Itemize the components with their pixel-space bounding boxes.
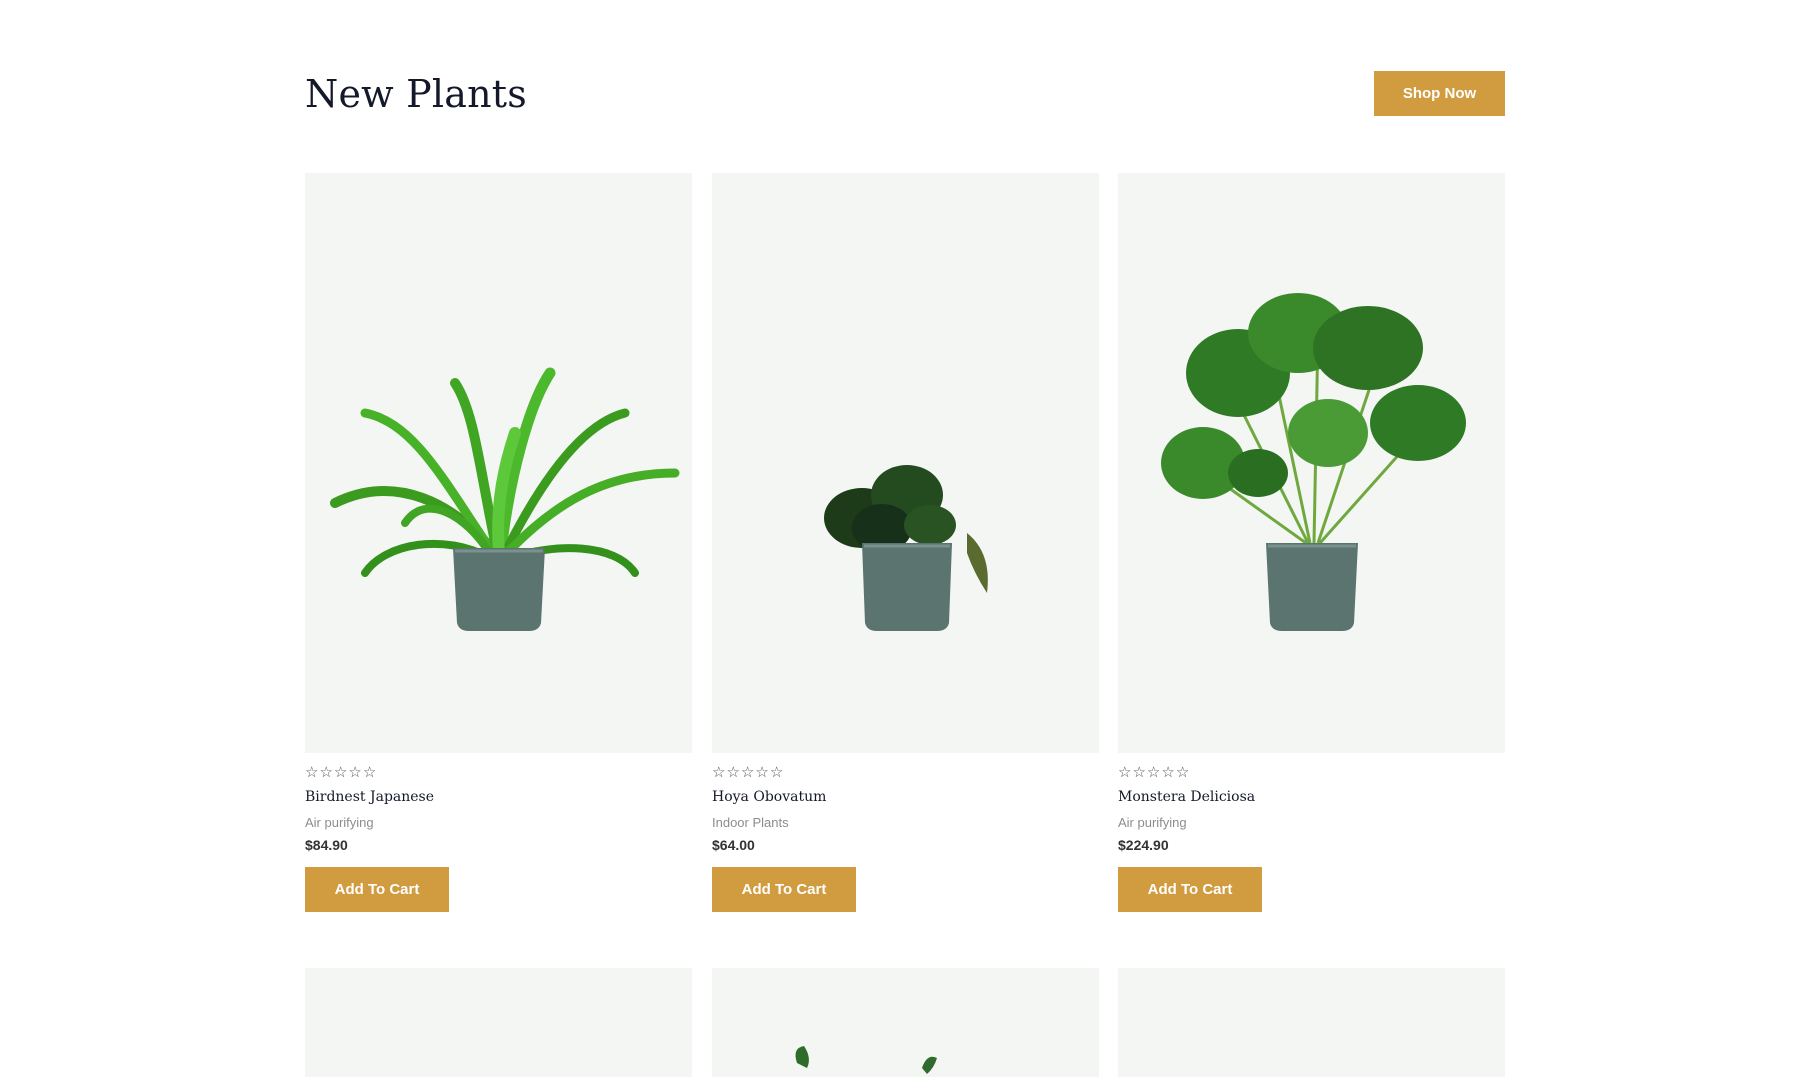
product-name[interactable]: Hoya Obovatum	[712, 789, 1099, 805]
product-name[interactable]: Birdnest Japanese	[305, 789, 692, 805]
product-price: $224.90	[1118, 837, 1169, 853]
star-empty-icon: ☆	[1175, 763, 1190, 781]
star-rating: ☆ ☆ ☆ ☆ ☆	[305, 764, 692, 780]
product-name[interactable]: Monstera Deliciosa	[1118, 789, 1505, 805]
birdnest-fern-image	[330, 367, 680, 631]
star-empty-icon: ☆	[755, 763, 769, 781]
star-rating: ☆ ☆ ☆ ☆ ☆	[712, 764, 1099, 780]
star-empty-icon: ☆	[319, 763, 333, 781]
add-to-cart-button[interactable]: Add To Cart	[712, 867, 856, 912]
product-card: ☆ ☆ ☆ ☆ ☆ Hoya Obovatum Indoor Plants $6…	[712, 173, 1099, 912]
star-empty-icon: ☆	[1132, 763, 1146, 781]
star-empty-icon: ☆	[726, 763, 740, 781]
star-empty-icon: ☆	[769, 763, 784, 781]
star-empty-icon: ☆	[712, 763, 726, 781]
product-image[interactable]	[712, 968, 1099, 1077]
product-category[interactable]: Air purifying	[1118, 815, 1505, 830]
star-empty-icon: ☆	[348, 763, 362, 781]
product-image[interactable]	[1118, 173, 1505, 753]
star-empty-icon: ☆	[362, 763, 377, 781]
product-card: ☆ ☆ ☆ ☆ ☆ Monstera Deliciosa Air purifyi…	[1118, 173, 1505, 912]
star-empty-icon: ☆	[1146, 763, 1161, 781]
star-rating: ☆ ☆ ☆ ☆ ☆	[1118, 764, 1505, 780]
product-image[interactable]	[712, 173, 1099, 753]
product-image[interactable]	[1118, 968, 1505, 1077]
add-to-cart-button[interactable]: Add To Cart	[1118, 867, 1262, 912]
plant-image-partial	[795, 1046, 937, 1074]
hoya-obovatum-image	[824, 465, 988, 631]
product-card: ☆ ☆ ☆ ☆ ☆ Birdnest Japanese Air purifyin…	[305, 173, 692, 912]
product-image[interactable]	[305, 173, 692, 753]
product-price: $64.00	[712, 837, 755, 853]
product-category[interactable]: Indoor Plants	[712, 815, 1099, 830]
product-category[interactable]: Air purifying	[305, 815, 692, 830]
shop-now-button[interactable]: Shop Now	[1374, 71, 1505, 116]
monstera-deliciosa-image	[1161, 293, 1466, 631]
product-image[interactable]	[305, 968, 692, 1077]
star-empty-icon: ☆	[305, 763, 319, 781]
product-price: $84.90	[305, 837, 348, 853]
star-empty-icon: ☆	[1118, 763, 1132, 781]
add-to-cart-button[interactable]: Add To Cart	[305, 867, 449, 912]
star-empty-icon: ☆	[740, 763, 755, 781]
star-empty-icon: ☆	[1161, 763, 1175, 781]
section-title: New Plants	[305, 72, 527, 116]
star-empty-icon: ☆	[333, 763, 348, 781]
